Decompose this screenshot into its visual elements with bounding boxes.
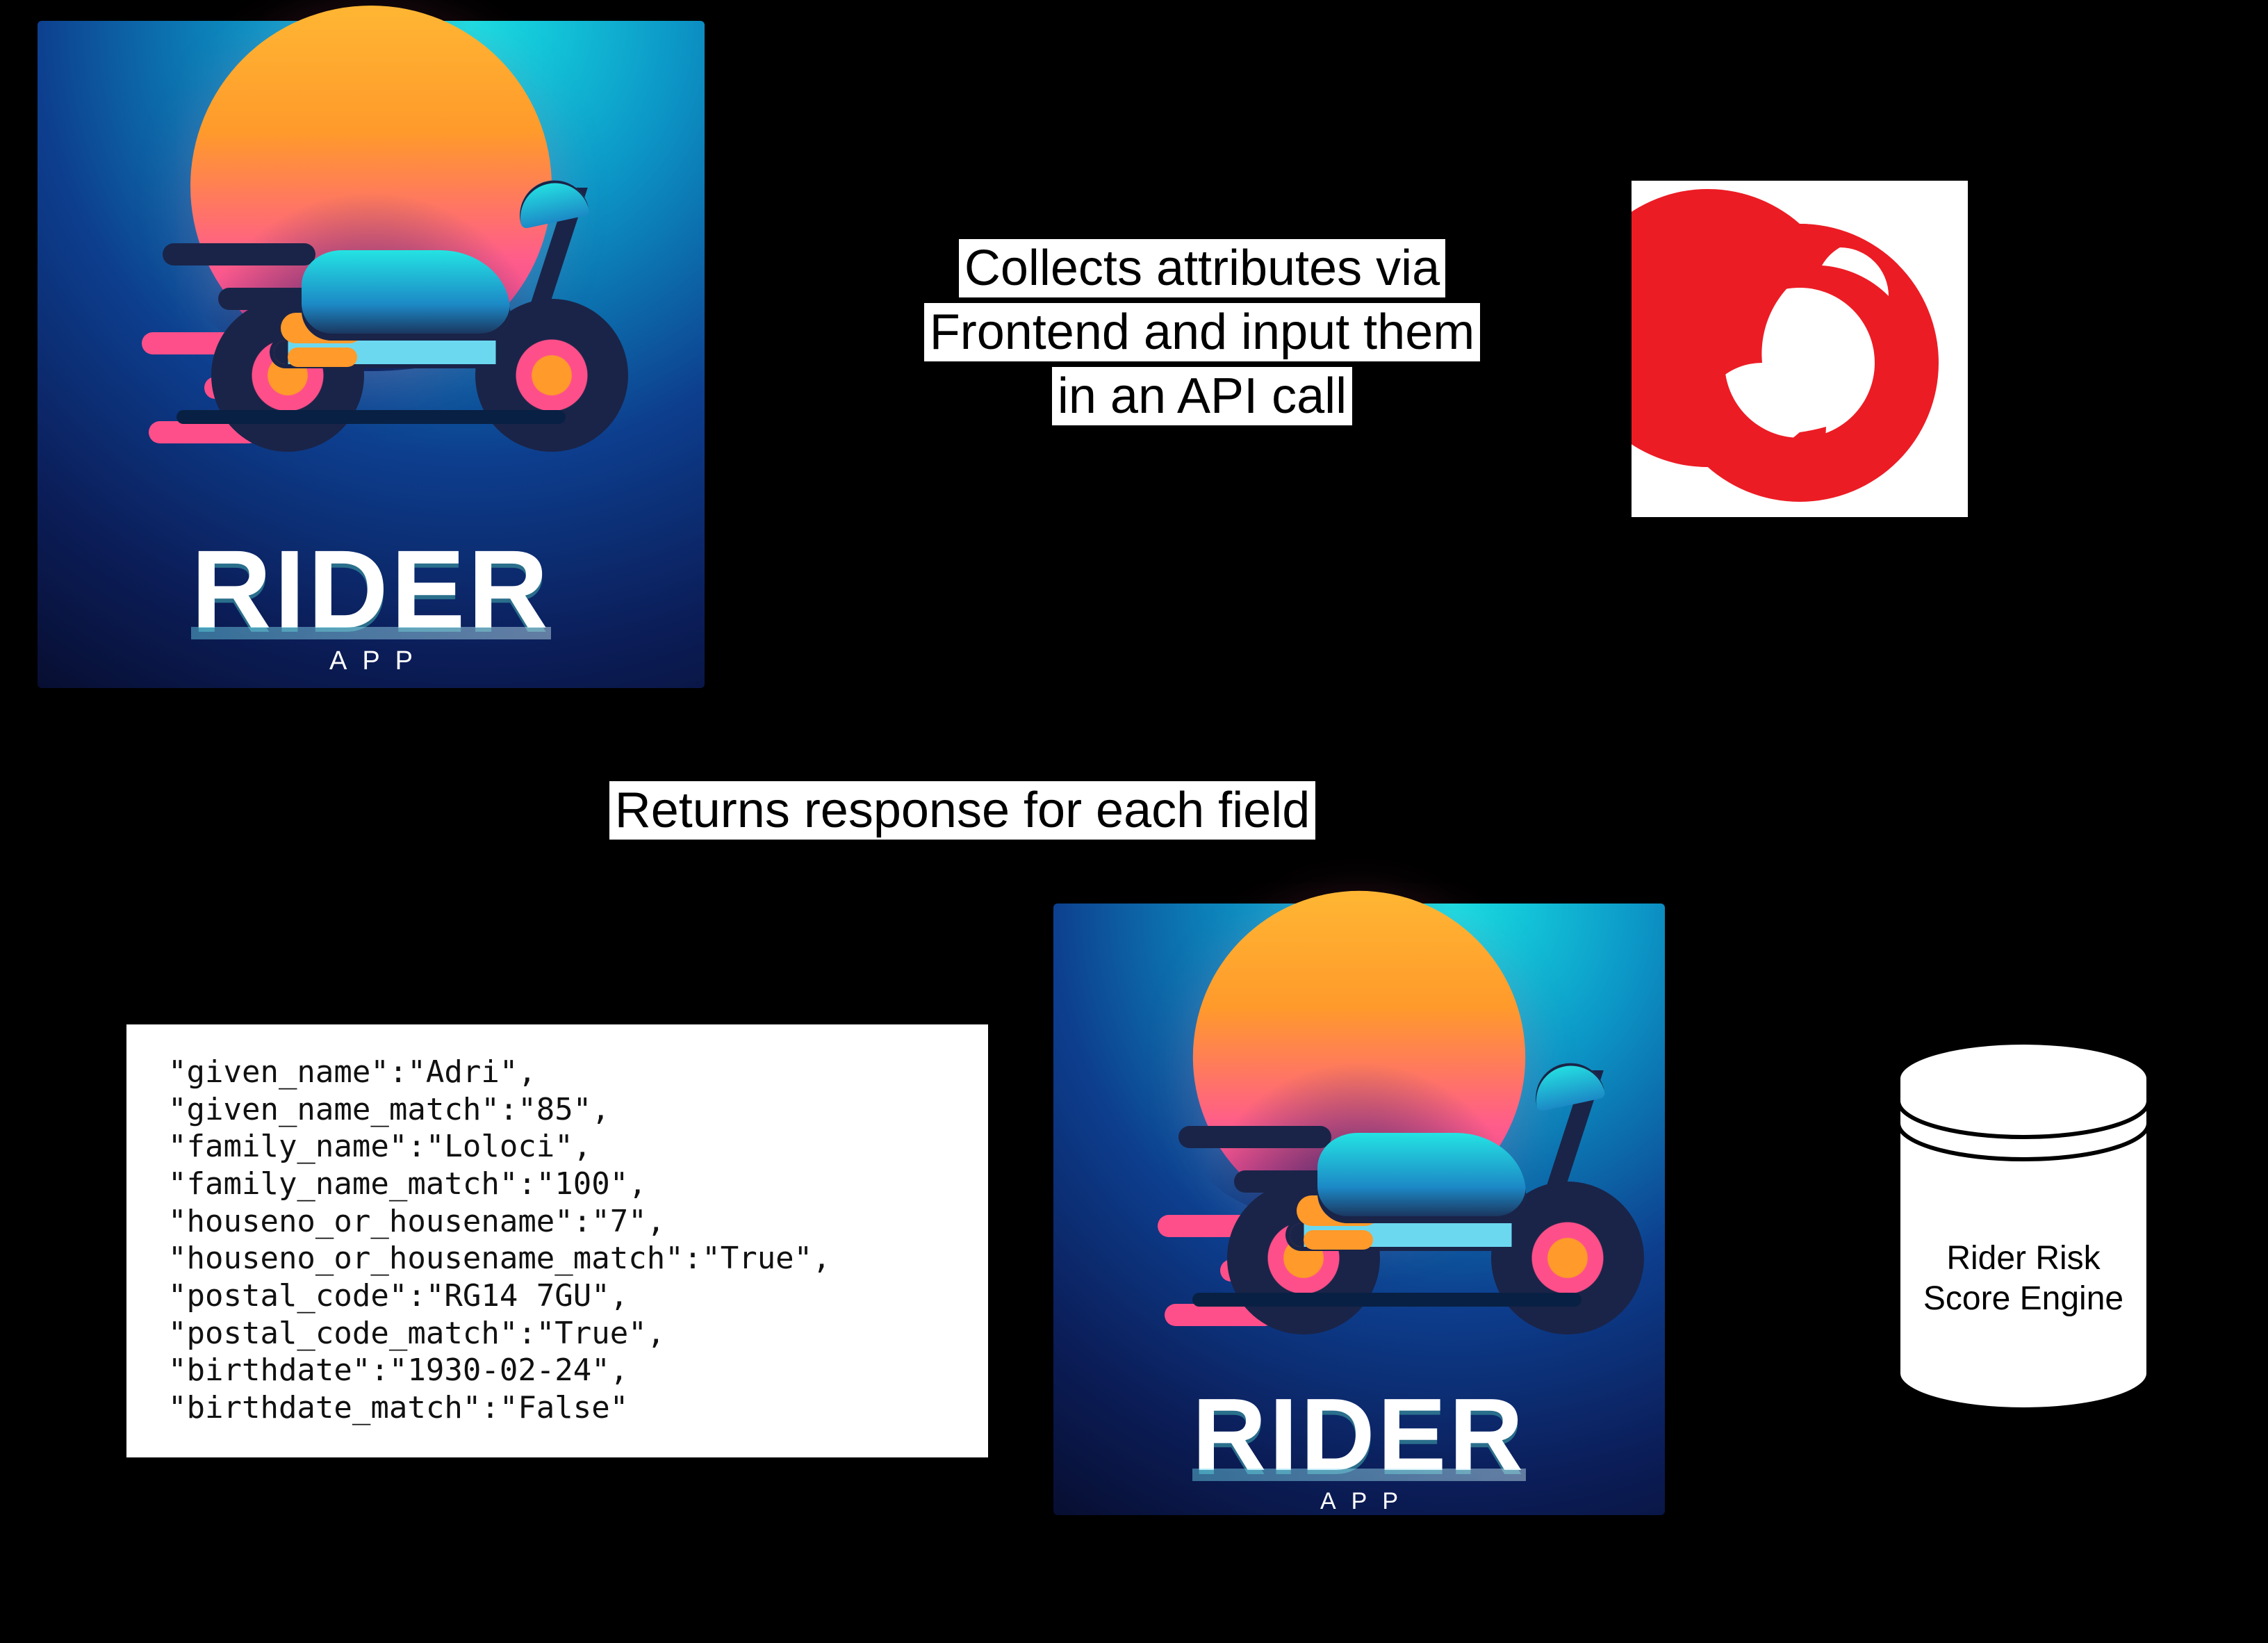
db-label-line1: Rider Risk bbox=[1890, 1239, 2157, 1279]
rider-logo-title: RIDER bbox=[191, 534, 551, 639]
vodafone-logo bbox=[1632, 181, 1968, 517]
rider-logo-subtitle: APP bbox=[314, 646, 428, 676]
label-collects-attributes: Collects attributes via Frontend and inp… bbox=[882, 236, 1522, 428]
rider-risk-score-engine-db: Rider Risk Score Engine bbox=[1890, 1037, 2157, 1415]
rider-app-logo-top: RIDER APP bbox=[38, 21, 705, 688]
label-returns-response: Returns response for each field bbox=[556, 778, 1369, 842]
rider-logo-subtitle: APP bbox=[1305, 1488, 1413, 1515]
db-label-line2: Score Engine bbox=[1890, 1279, 2157, 1319]
rider-app-logo-bottom: RIDER APP bbox=[1053, 904, 1665, 1515]
rider-logo-title: RIDER bbox=[1192, 1384, 1526, 1481]
api-response-snippet: "given_name":"Adri", "given_name_match":… bbox=[126, 1024, 988, 1457]
